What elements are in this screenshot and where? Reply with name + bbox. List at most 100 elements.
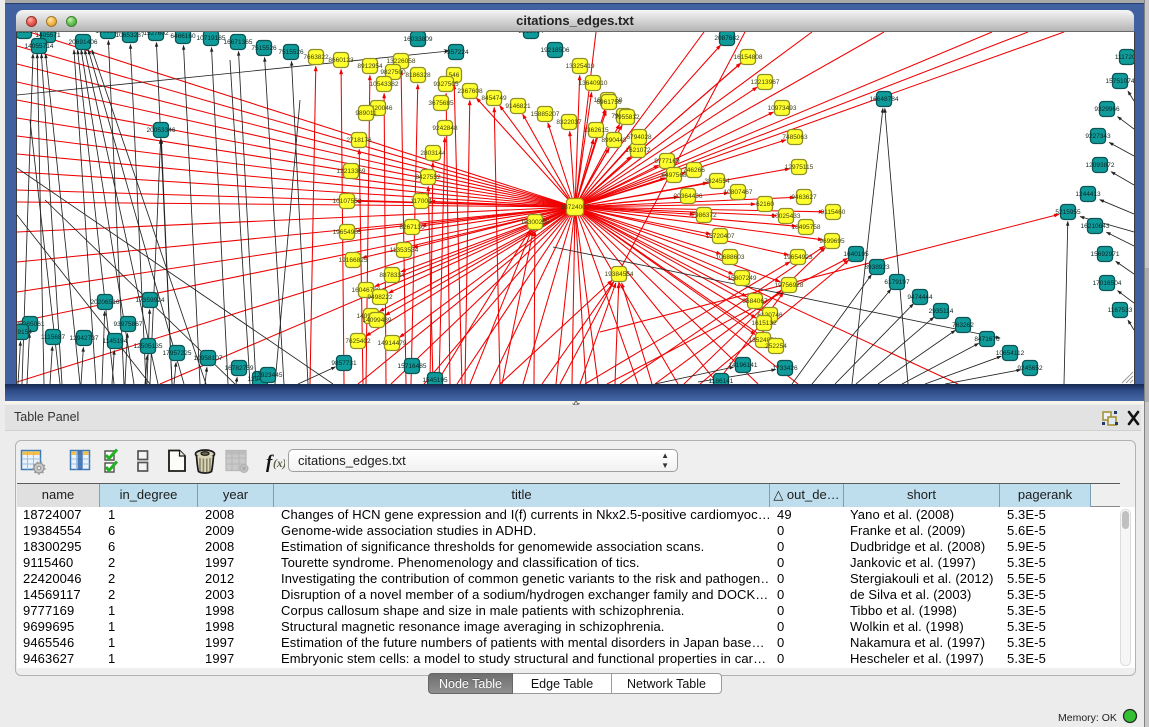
svg-text:2367608: 2367608 xyxy=(457,88,483,95)
svg-text:10719185: 10719185 xyxy=(197,35,226,42)
svg-text:8186328: 8186328 xyxy=(405,72,431,79)
svg-text:2718176: 2718176 xyxy=(346,137,372,144)
svg-text:14196141: 14196141 xyxy=(729,362,758,369)
svg-text:989011: 989011 xyxy=(355,110,377,117)
svg-text:3675685: 3675685 xyxy=(428,100,454,107)
svg-text:9857731: 9857731 xyxy=(331,360,357,367)
svg-text:19384554: 19384554 xyxy=(605,271,634,278)
svg-text:1186141: 1186141 xyxy=(709,378,734,384)
svg-text:17359924: 17359924 xyxy=(136,297,165,304)
svg-text:14914479: 14914479 xyxy=(378,340,407,347)
svg-text:7485063: 7485063 xyxy=(782,134,808,141)
svg-text:17016504: 17016504 xyxy=(1093,280,1122,287)
svg-text:20053346: 20053346 xyxy=(147,127,176,134)
svg-text:9245652: 9245652 xyxy=(1017,365,1043,372)
svg-text:7955812: 7955812 xyxy=(614,114,640,121)
svg-text:10107552: 10107552 xyxy=(333,198,362,205)
svg-text:1640195: 1640195 xyxy=(843,251,869,258)
svg-text:9777169: 9777169 xyxy=(654,158,680,165)
svg-text:10654112: 10654112 xyxy=(996,350,1025,357)
svg-text:16648784: 16648784 xyxy=(870,96,899,103)
svg-text:19756928: 19756928 xyxy=(775,282,804,289)
svg-text:12213369: 12213369 xyxy=(337,168,366,175)
svg-text:7515526: 7515526 xyxy=(278,49,304,56)
svg-text:1733426: 1733426 xyxy=(772,365,798,372)
svg-text:14055714: 14055714 xyxy=(25,43,54,50)
svg-text:10807467: 10807467 xyxy=(724,189,753,196)
svg-text:20206516: 20206516 xyxy=(91,299,120,306)
svg-text:7663822: 7663822 xyxy=(303,54,329,61)
svg-text:8660123: 8660123 xyxy=(328,57,354,64)
svg-text:8322037: 8322037 xyxy=(556,119,582,126)
svg-text:8471676: 8471676 xyxy=(974,336,1000,343)
svg-text:9498222: 9498222 xyxy=(367,294,393,301)
svg-text:10958107: 10958107 xyxy=(194,355,223,362)
svg-text:16210643: 16210643 xyxy=(1081,223,1110,230)
svg-text:17957225: 17957225 xyxy=(163,350,192,357)
svg-text:10973493: 10973493 xyxy=(768,105,797,112)
svg-text:15720407: 15720407 xyxy=(706,233,735,240)
svg-text:1545195: 1545195 xyxy=(422,377,448,384)
svg-text:8813054: 8813054 xyxy=(518,32,544,35)
svg-text:18724007: 18724007 xyxy=(561,204,590,211)
svg-text:16782759: 16782759 xyxy=(225,365,254,372)
svg-text:18495758: 18495758 xyxy=(792,224,821,231)
svg-text:7625402: 7625402 xyxy=(345,338,371,345)
svg-text:8912954: 8912954 xyxy=(357,63,383,70)
svg-text:19654965: 19654965 xyxy=(333,229,362,236)
svg-text:7515526: 7515526 xyxy=(251,45,277,52)
svg-text:9242848: 9242848 xyxy=(432,125,458,132)
svg-text:2069914: 2069914 xyxy=(17,32,37,35)
svg-text:2803144: 2803144 xyxy=(420,150,446,157)
svg-text:9329966: 9329966 xyxy=(1094,106,1120,113)
svg-text:8990448: 8990448 xyxy=(601,137,627,144)
svg-text:7357224: 7357224 xyxy=(443,49,469,56)
svg-text:8267130: 8267130 xyxy=(399,224,425,231)
svg-text:9463627: 9463627 xyxy=(791,194,817,201)
svg-text:2935114: 2935114 xyxy=(929,308,954,315)
svg-text:6466160: 6466160 xyxy=(170,33,196,40)
svg-text:9227343: 9227343 xyxy=(1085,133,1111,140)
svg-text:12942737: 12942737 xyxy=(70,335,99,342)
svg-text:1167533: 1167533 xyxy=(1108,307,1133,314)
svg-text:252254: 252254 xyxy=(765,343,787,350)
svg-text:763262: 763262 xyxy=(952,322,974,329)
svg-text:12975115: 12975115 xyxy=(785,164,814,171)
svg-text:15885207: 15885207 xyxy=(531,111,560,118)
svg-text:6794028: 6794028 xyxy=(626,134,652,141)
svg-text:16154808: 16154808 xyxy=(734,54,763,61)
svg-text:3824554: 3824554 xyxy=(704,178,730,185)
svg-text:15751074: 15751074 xyxy=(1106,78,1134,85)
svg-text:746266: 746266 xyxy=(683,167,705,174)
svg-text:5215955: 5215955 xyxy=(1055,209,1081,216)
svg-text:10025433: 10025433 xyxy=(772,213,801,220)
svg-text:1621072: 1621072 xyxy=(625,147,651,154)
svg-text:9327505: 9327505 xyxy=(433,81,459,88)
svg-text:10653287: 10653287 xyxy=(116,32,145,39)
svg-text:1362615: 1362615 xyxy=(583,127,609,134)
svg-text:16671365: 16671365 xyxy=(224,39,253,46)
svg-text:15692971: 15692971 xyxy=(1091,251,1120,258)
svg-text:93975867: 93975867 xyxy=(114,321,143,328)
svg-text:16033809: 16033809 xyxy=(404,36,433,43)
svg-text:12923445: 12923445 xyxy=(254,372,283,379)
svg-text:19654923: 19654923 xyxy=(784,254,813,261)
svg-text:1527602: 1527602 xyxy=(143,32,169,37)
svg-text:1615132: 1615132 xyxy=(751,320,777,327)
svg-text:6961758: 6961758 xyxy=(596,99,622,106)
svg-text:8427552: 8427552 xyxy=(415,174,441,181)
svg-text:20364436: 20364436 xyxy=(674,193,703,200)
svg-text:9474444: 9474444 xyxy=(907,294,933,301)
svg-text:62160: 62160 xyxy=(756,201,774,208)
svg-text:1117207: 1117207 xyxy=(1115,54,1134,61)
svg-text:19218506: 19218506 xyxy=(541,47,570,54)
svg-text:9684067: 9684067 xyxy=(742,298,768,305)
svg-text:939154: 939154 xyxy=(17,329,32,336)
svg-text:20691406: 20691406 xyxy=(69,39,98,46)
svg-text:7986372: 7986372 xyxy=(691,212,717,219)
svg-text:13640910: 13640910 xyxy=(579,80,608,87)
svg-text:13325419: 13325419 xyxy=(566,63,595,70)
svg-text:1244413: 1244413 xyxy=(1075,191,1101,198)
svg-text:8454749: 8454749 xyxy=(481,95,507,102)
svg-text:9146821: 9146821 xyxy=(505,103,531,110)
